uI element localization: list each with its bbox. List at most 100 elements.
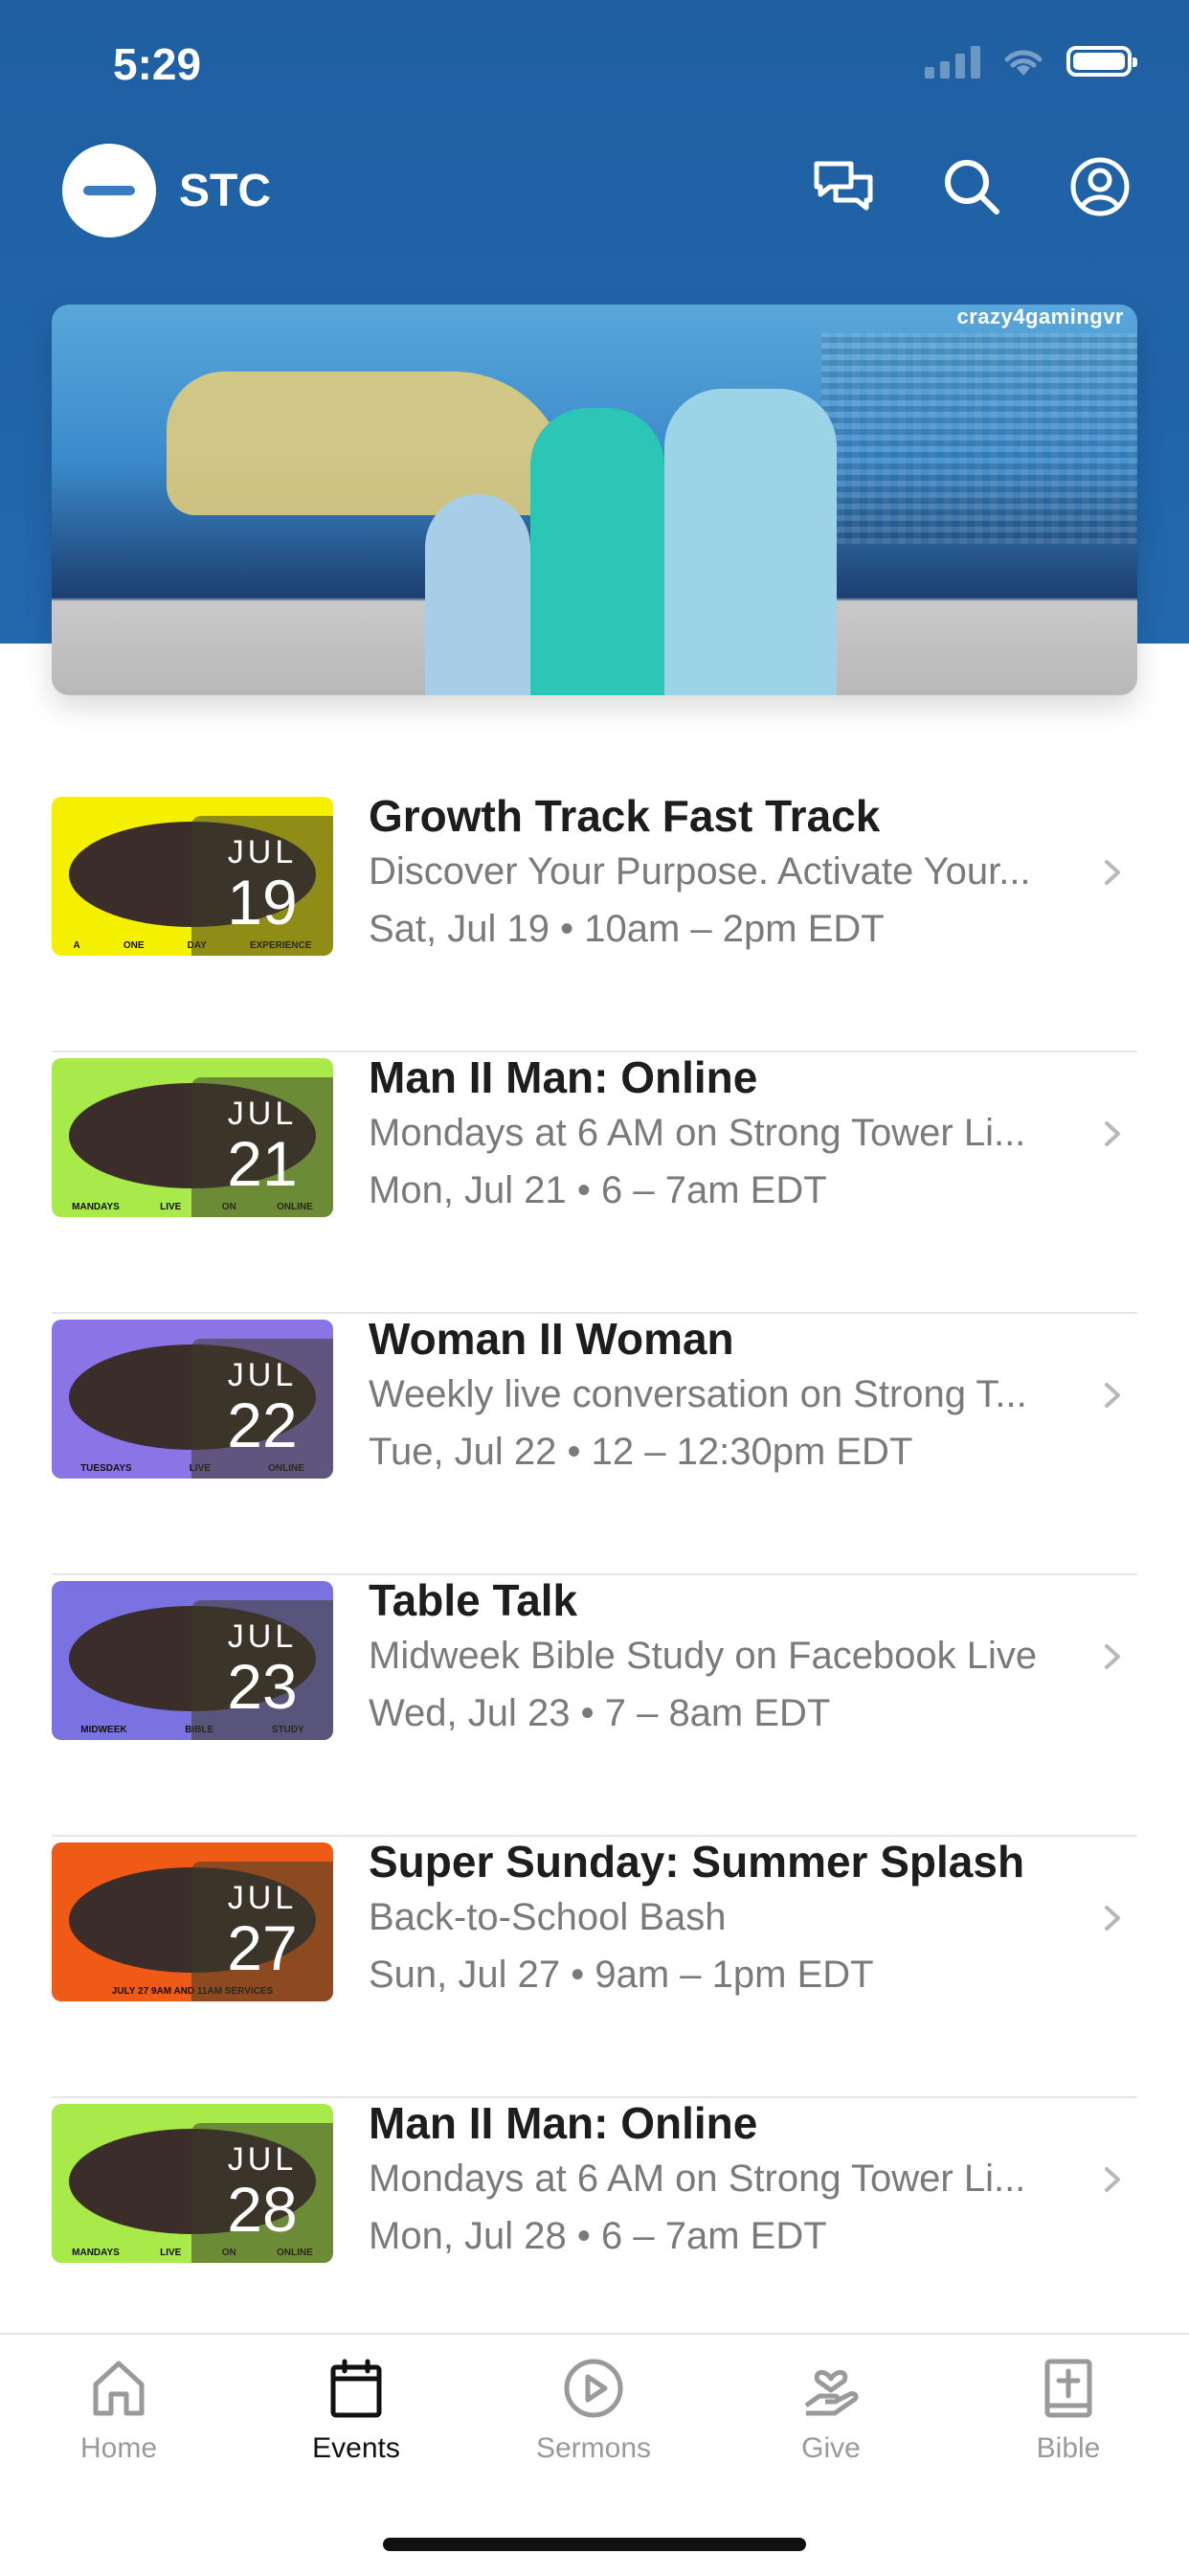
- event-row[interactable]: MANDAYSLIVEONONLINE JUL 28 Man II Man: O…: [52, 2098, 1137, 2360]
- tab-label: Home: [79, 2432, 158, 2464]
- bible-icon: [1044, 2359, 1092, 2418]
- tab-home[interactable]: Home: [0, 2358, 237, 2465]
- chevron-right-icon: [1105, 2167, 1120, 2192]
- thumb-strip-text: A: [73, 939, 80, 951]
- banner-person: [530, 408, 664, 695]
- chevron-right-icon: [1105, 1383, 1120, 1408]
- event-description: Weekly live conversation on Strong T...: [369, 1373, 1027, 1415]
- tab-give[interactable]: Give: [712, 2358, 950, 2465]
- thumb-strip-text: LIVE: [160, 2247, 182, 2258]
- thumb-strip-text: MIDWEEK: [80, 1724, 127, 1735]
- search-icon[interactable]: [940, 155, 1003, 218]
- event-month: JUL: [227, 2141, 298, 2178]
- tab-label: Sermons: [535, 2432, 652, 2464]
- event-thumbnail: AONEDAYEXPERIENCE JUL 19: [52, 797, 333, 956]
- chevron-right-icon: [1105, 1906, 1120, 1931]
- event-day: 19: [227, 867, 298, 938]
- event-month: JUL: [227, 1357, 298, 1393]
- event-thumbnail: MIDWEEKBIBLESTUDY JUL 23: [52, 1581, 333, 1740]
- tab-events[interactable]: Events: [237, 2358, 475, 2465]
- event-day: 28: [227, 2174, 298, 2245]
- event-date-badge: JUL 28: [191, 2123, 333, 2263]
- event-datetime: Sun, Jul 27 • 9am – 1pm EDT: [369, 1954, 874, 1996]
- tab-sermons[interactable]: Sermons: [475, 2358, 712, 2465]
- thumb-strip-text: LIVE: [160, 1201, 182, 1212]
- event-day: 22: [227, 1390, 298, 1460]
- event-description: Midweek Bible Study on Facebook Live: [369, 1635, 1038, 1677]
- battery-icon: [1066, 46, 1137, 77]
- event-day: 27: [227, 1912, 298, 1983]
- event-row[interactable]: AONEDAYEXPERIENCE JUL 19 Growth Track Fa…: [52, 791, 1137, 1052]
- event-text: Man II Man: Online Mondays at 6 AM on St…: [369, 2096, 1099, 2265]
- event-datetime: Sat, Jul 19 • 10am – 2pm EDT: [369, 908, 885, 950]
- wifi-icon: [1004, 50, 1043, 76]
- status-icons: [925, 44, 1137, 79]
- event-description: Mondays at 6 AM on Strong Tower Li...: [369, 2158, 1026, 2200]
- event-datetime: Tue, Jul 22 • 12 – 12:30pm EDT: [369, 1431, 913, 1473]
- event-title: Super Sunday: Summer Splash: [369, 1837, 1025, 1887]
- banner-graphic: [821, 333, 1137, 544]
- event-title: Woman II Woman: [369, 1314, 734, 1364]
- event-month: JUL: [227, 1096, 298, 1132]
- event-day: 21: [227, 1128, 298, 1199]
- chevron-right-icon: [1105, 1121, 1120, 1146]
- banner-person: [664, 389, 837, 695]
- event-text: Woman II Woman Weekly live conversation …: [369, 1312, 1099, 1480]
- event-text: Growth Track Fast Track Discover Your Pu…: [369, 789, 1099, 958]
- event-thumbnail: MANDAYSLIVEONONLINE JUL 21: [52, 1058, 333, 1217]
- event-thumbnail: TUESDAYSLIVEONLINE JUL 22: [52, 1320, 333, 1479]
- events-list: AONEDAYEXPERIENCE JUL 19 Growth Track Fa…: [52, 791, 1137, 2360]
- banner-person: [425, 494, 530, 695]
- tab-bible[interactable]: Bible: [950, 2358, 1187, 2465]
- profile-icon[interactable]: [1068, 155, 1132, 218]
- banner-caption: crazy4gamingvr: [956, 305, 1124, 328]
- event-row[interactable]: MANDAYSLIVEONONLINE JUL 21 Man II Man: O…: [52, 1052, 1137, 1314]
- tab-label: Give: [801, 2432, 861, 2464]
- chevron-right-icon: [1105, 860, 1120, 885]
- event-thumbnail: MANDAYSLIVEONONLINE JUL 28: [52, 2104, 333, 2263]
- event-row[interactable]: MIDWEEKBIBLESTUDY JUL 23 Table Talk Midw…: [52, 1575, 1137, 1837]
- event-text: Table Talk Midweek Bible Study on Facebo…: [369, 1573, 1099, 1742]
- event-row[interactable]: TUESDAYSLIVEONLINE JUL 22 Woman II Woman…: [52, 1314, 1137, 1575]
- event-month: JUL: [227, 1880, 298, 1916]
- event-month: JUL: [227, 834, 298, 870]
- event-description: Back-to-School Bash: [369, 1896, 727, 1938]
- status-time: 5:29: [113, 39, 202, 89]
- home-indicator: [383, 2538, 806, 2551]
- event-row[interactable]: JULY 27 9AM AND 11AM SERVICES JUL 27 Sup…: [52, 1837, 1137, 2098]
- banner-graphic-car: [167, 372, 569, 515]
- app-logo[interactable]: [62, 144, 156, 237]
- event-date-badge: JUL 22: [191, 1339, 333, 1479]
- event-title: Man II Man: Online: [369, 1052, 758, 1102]
- play-icon: [564, 2359, 623, 2418]
- event-description: Discover Your Purpose. Activate Your...: [369, 850, 1031, 893]
- event-datetime: Wed, Jul 23 • 7 – 8am EDT: [369, 1692, 831, 1734]
- app-bar: STC: [0, 134, 1189, 249]
- event-datetime: Mon, Jul 28 • 6 – 7am EDT: [369, 2215, 827, 2257]
- event-month: JUL: [227, 1618, 298, 1655]
- event-date-badge: JUL 19: [191, 816, 333, 956]
- thumb-strip-text: ONE: [123, 939, 145, 951]
- event-title: Man II Man: Online: [369, 2098, 758, 2148]
- event-day: 23: [227, 1651, 298, 1722]
- tab-label: Events: [312, 2432, 400, 2464]
- featured-banner[interactable]: crazy4gamingvr: [52, 305, 1137, 695]
- event-date-badge: JUL 21: [191, 1077, 333, 1217]
- event-text: Super Sunday: Summer Splash Back-to-Scho…: [369, 1835, 1099, 2003]
- app-name: STC: [179, 166, 271, 216]
- event-title: Growth Track Fast Track: [369, 791, 881, 841]
- chat-icon[interactable]: [812, 155, 875, 218]
- thumb-strip-text: MANDAYS: [72, 2247, 120, 2258]
- status-bar: 5:29: [0, 0, 1189, 134]
- event-datetime: Mon, Jul 21 • 6 – 7am EDT: [369, 1169, 827, 1211]
- app-actions: [812, 155, 1132, 218]
- cellular-signal-icon: [925, 44, 980, 79]
- event-description: Mondays at 6 AM on Strong Tower Li...: [369, 1112, 1026, 1154]
- calendar-icon: [330, 2359, 382, 2418]
- thumb-strip-text: MANDAYS: [72, 1201, 120, 1212]
- give-icon: [804, 2370, 859, 2416]
- thumb-strip-text: TUESDAYS: [80, 1462, 132, 1474]
- event-thumbnail: JULY 27 9AM AND 11AM SERVICES JUL 27: [52, 1842, 333, 2001]
- event-text: Man II Man: Online Mondays at 6 AM on St…: [369, 1051, 1099, 1219]
- chevron-right-icon: [1105, 1644, 1120, 1669]
